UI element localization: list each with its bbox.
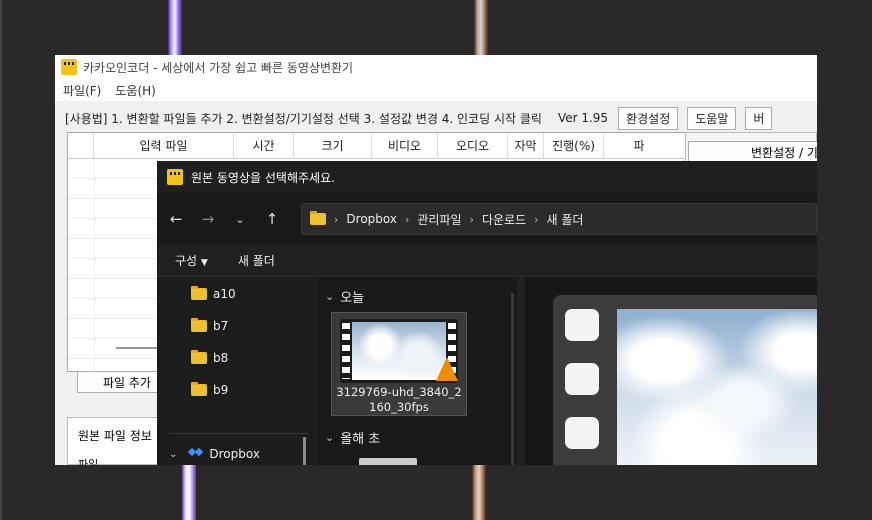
col-input-file[interactable]: 입력 파일 [94, 133, 234, 158]
nav-folder-b9[interactable]: b9 [191, 382, 229, 397]
breadcrumb-manage-files[interactable]: 관리파일 [417, 211, 461, 228]
usage-instructions: [사용법] 1. 변환할 파일들 추가 2. 변환설정/기기설정 선택 3. 설… [65, 111, 542, 126]
dialog-title: 원본 동영상을 선택해주세요. [191, 170, 335, 185]
source-info-label: 원본 파일 정보 [78, 429, 152, 443]
nav-folder-label: b8 [213, 351, 229, 365]
version-label: Ver 1.95 [557, 111, 609, 125]
backdrop-streak [474, 0, 488, 55]
col-audio[interactable]: 오디오 [438, 133, 508, 158]
nav-folder-label: b9 [213, 383, 229, 397]
cloud-thumbnail-image [352, 322, 446, 380]
video-preview [553, 295, 817, 465]
settings-button[interactable]: 환경설정 [618, 106, 679, 130]
nav-folder-label: b7 [213, 319, 229, 333]
nav-dropbox-label: Dropbox [209, 447, 260, 461]
chevron-down-icon: ▼ [200, 258, 208, 268]
app-title: 카카오인코더 - 세상에서 가장 쉽고 빠른 동영상변환기 [83, 60, 354, 75]
nav-divider [169, 433, 309, 434]
film-sprocket [342, 323, 350, 379]
help-button[interactable]: 도움말 [687, 106, 737, 130]
column-divider [94, 159, 95, 371]
dialog-titlebar: 원본 동영상을 선택해주세요. [157, 161, 817, 193]
nav-scrollbar[interactable] [303, 437, 306, 465]
group-header-early-year[interactable]: ⌄ 올해 초 [325, 428, 380, 447]
vlc-cone-icon [436, 357, 458, 381]
preview-pane [525, 277, 817, 465]
video-file-name: 3129769-uhd_3840_2 160_30fps [332, 385, 466, 415]
film-sprocket [565, 363, 599, 395]
breadcrumb-downloads[interactable]: 다운로드 [482, 211, 526, 228]
chevron-down-icon[interactable]: ⌄ [169, 449, 177, 460]
backdrop-streak [182, 465, 196, 520]
nav-folder-b8[interactable]: b8 [191, 350, 229, 365]
nav-folder-label: a10 [213, 287, 236, 301]
backdrop-streak [168, 0, 182, 55]
recent-dropdown-icon[interactable]: ⌄ [231, 213, 249, 226]
table-header: 입력 파일 시간 크기 비디오 오디오 자막 진행(%) 파 [68, 133, 736, 159]
col-time[interactable]: 시간 [234, 133, 294, 158]
app-logo-icon [167, 169, 183, 185]
tab-conversion-settings[interactable]: 변환설정 / 기 [688, 141, 817, 163]
address-bar[interactable]: › Dropbox › 관리파일 › 다운로드 › 새 폴더 [301, 203, 817, 235]
nav-dropbox[interactable]: ⌄ Dropbox [169, 447, 260, 461]
nav-folder-a10[interactable]: a10 [191, 286, 236, 301]
new-folder-button[interactable]: 새 폴더 [238, 252, 275, 269]
menu-file[interactable]: 파일(F) [63, 82, 101, 99]
dialog-navigation-bar: ← → ⌄ ↑ › Dropbox › 관리파일 › 다운로드 › 새 폴더 [157, 193, 817, 245]
folder-icon [191, 382, 207, 396]
forward-arrow-icon[interactable]: → [199, 210, 217, 228]
up-arrow-icon[interactable]: ↑ [263, 210, 281, 228]
chevron-right-icon[interactable]: › [470, 213, 474, 226]
breadcrumb-dropbox[interactable]: Dropbox [346, 212, 397, 226]
folder-icon [310, 211, 326, 225]
menu-help[interactable]: 도움(H) [115, 82, 155, 99]
chevron-right-icon[interactable]: › [405, 213, 409, 226]
cloud-preview-image [617, 309, 817, 465]
col-file[interactable]: 파 [604, 133, 674, 158]
group-header-today[interactable]: ⌄ 오늘 [325, 287, 364, 306]
col-video[interactable]: 비디오 [372, 133, 438, 158]
app-toolbar: [사용법] 1. 변환할 파일들 추가 2. 변환설정/기기설정 선택 3. 설… [55, 101, 817, 135]
menubar: 파일(F) 도움(H) [55, 79, 817, 101]
organize-label: 구성 [175, 254, 198, 268]
chevron-down-icon: ⌄ [325, 290, 335, 303]
source-info-file-label: 파일 [78, 458, 99, 465]
app-titlebar: 카카오인코더 - 세상에서 가장 쉽고 빠른 동영상변환기 [55, 55, 817, 79]
video-file-item[interactable]: 3129769-uhd_3840_2 160_30fps [331, 312, 467, 416]
file-name-line2: 160_30fps [369, 400, 429, 414]
back-arrow-icon[interactable]: ← [167, 210, 185, 228]
chevron-right-icon[interactable]: › [534, 213, 538, 226]
backdrop-edge [0, 0, 2, 520]
folder-icon [191, 350, 207, 364]
file-content-pane: ⌄ 오늘 3129769-uhd_3840_2 160_30fps ⌄ 올해 초 [317, 277, 517, 465]
open-file-dialog: 원본 동영상을 선택해주세요. ← → ⌄ ↑ › Dropbox › 관리파일… [157, 161, 817, 465]
nav-folder-b7[interactable]: b7 [191, 318, 229, 333]
col-size[interactable]: 크기 [294, 133, 372, 158]
checkbox-col-header [68, 133, 94, 158]
col-progress[interactable]: 진행(%) [544, 133, 604, 158]
file-name-line1: 3129769-uhd_3840_2 [336, 385, 462, 399]
navigation-pane: a10 b7 b8 b9 ⌄ Dropbox [157, 277, 315, 465]
folder-icon [191, 286, 207, 300]
group-today-label: 오늘 [340, 291, 365, 306]
dropbox-icon [189, 448, 203, 460]
breadcrumb-new-folder[interactable]: 새 폴더 [547, 211, 584, 228]
film-sprocket [565, 309, 599, 341]
chevron-down-icon: ⌄ [325, 431, 335, 444]
backdrop-streak [472, 465, 486, 520]
content-scrollbar[interactable] [511, 293, 514, 465]
app-logo-icon [61, 59, 77, 75]
organize-menu[interactable]: 구성 ▼ [175, 252, 208, 269]
file-item-partial[interactable] [359, 458, 417, 465]
more-button[interactable]: 버 [745, 106, 773, 130]
film-sprocket [565, 417, 599, 449]
folder-icon [191, 318, 207, 332]
chevron-right-icon[interactable]: › [334, 213, 338, 226]
group-early-year-label: 올해 초 [340, 432, 381, 447]
dialog-command-bar: 구성 ▼ 새 폴더 [157, 245, 817, 277]
col-subtitle[interactable]: 자막 [508, 133, 544, 158]
